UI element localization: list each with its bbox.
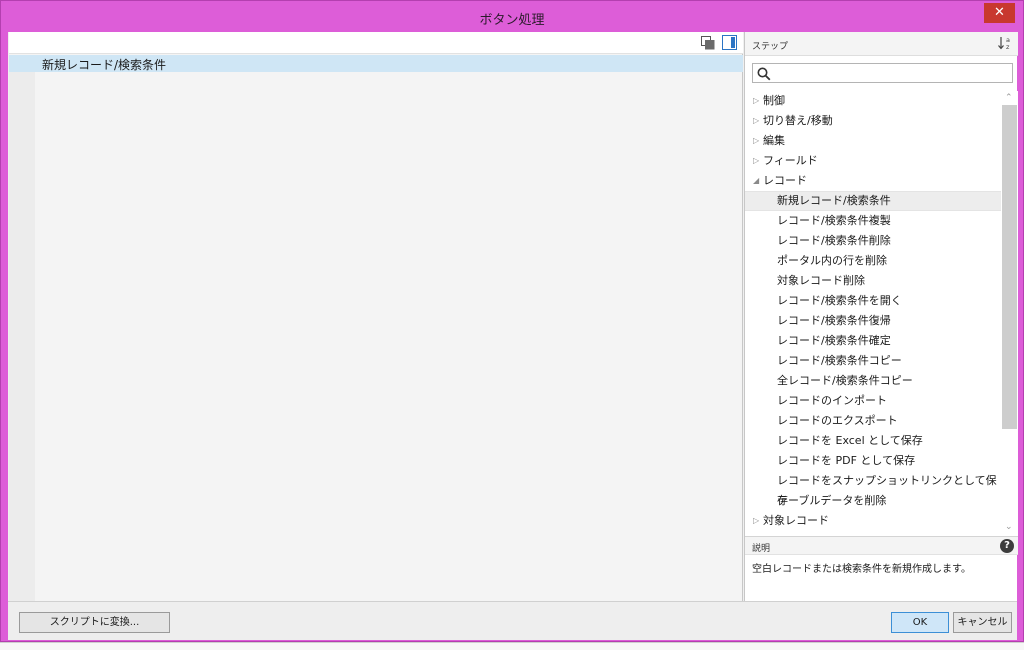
description-header-label: 説明 xyxy=(752,544,771,554)
copy-icon[interactable] xyxy=(701,36,715,50)
category-fields[interactable]: ▷ フィールド xyxy=(745,151,1001,171)
expand-triangle-icon: ▷ xyxy=(753,96,760,105)
step-item[interactable]: レコード/検索条件削除 xyxy=(745,231,1001,251)
step-item[interactable]: レコードを PDF として保存 xyxy=(745,451,1001,471)
step-item[interactable]: レコード/検索条件復帰 xyxy=(745,311,1001,331)
category-found-records[interactable]: ▷ 対象レコード xyxy=(745,511,1001,531)
dialog-window: ボタン処理 ✕ 新規レコード/検索条件 ステップ a z ▷ 制御 ▷ 切り替え… xyxy=(0,0,1024,642)
expand-triangle-icon: ▷ xyxy=(753,516,760,525)
ok-button[interactable]: OK xyxy=(891,612,949,633)
step-item-selected[interactable]: 新規レコード/検索条件 xyxy=(745,191,1001,211)
expand-triangle-icon: ▷ xyxy=(753,136,760,145)
steps-header-label: ステップ xyxy=(752,42,789,52)
close-button[interactable]: ✕ xyxy=(984,3,1015,23)
steps-list: ▷ 制御 ▷ 切り替え/移動 ▷ 編集 ▷ フィールド ◢ レコード 新規レコー… xyxy=(745,91,1001,536)
category-label: 制御 xyxy=(763,94,785,107)
search-icon xyxy=(757,67,771,81)
category-label: 対象レコード xyxy=(763,514,829,527)
step-item[interactable]: レコードをスナップショットリンクとして保存 xyxy=(745,471,1001,507)
cancel-button[interactable]: キャンセル xyxy=(953,612,1012,633)
step-item[interactable]: レコードのインポート xyxy=(745,391,1001,411)
window-title: ボタン処理 xyxy=(479,13,545,28)
dialog-footer: スクリプトに変換... OK キャンセル xyxy=(8,601,1017,640)
collapse-triangle-icon: ◢ xyxy=(753,176,760,185)
svg-text:z: z xyxy=(1006,43,1010,50)
steps-header: ステップ a z xyxy=(745,32,1018,56)
scroll-up-icon[interactable]: ⌃ xyxy=(1005,93,1013,103)
description-text: 空白レコードまたは検索条件を新規作成します。 xyxy=(752,564,971,575)
convert-to-script-button[interactable]: スクリプトに変換... xyxy=(19,612,170,633)
category-control[interactable]: ▷ 制御 xyxy=(745,91,1001,111)
category-label: 切り替え/移動 xyxy=(763,114,833,127)
description-header: 説明 ? xyxy=(745,536,1018,555)
category-label: 編集 xyxy=(763,134,785,147)
background-strip xyxy=(0,642,1024,650)
step-item[interactable]: 全レコード/検索条件コピー xyxy=(745,371,1001,391)
sort-az-icon[interactable]: a z xyxy=(998,36,1014,51)
step-search-input[interactable] xyxy=(752,63,1013,83)
title-bar[interactable]: ボタン処理 ✕ xyxy=(1,1,1023,33)
script-step-label: 新規レコード/検索条件 xyxy=(42,58,167,72)
toggle-panel-icon[interactable] xyxy=(722,35,737,50)
expand-triangle-icon: ▷ xyxy=(753,156,760,165)
category-label: レコード xyxy=(763,174,807,187)
step-item[interactable]: レコード/検索条件確定 xyxy=(745,331,1001,351)
step-item[interactable]: レコード/検索条件コピー xyxy=(745,351,1001,371)
step-item[interactable]: レコードのエクスポート xyxy=(745,411,1001,431)
scroll-thumb[interactable] xyxy=(1002,105,1017,429)
script-editor[interactable]: 新規レコード/検索条件 xyxy=(9,32,743,601)
step-item[interactable]: ポータル内の行を削除 xyxy=(745,251,1001,271)
editor-toolbar xyxy=(9,32,743,54)
category-editing[interactable]: ▷ 編集 xyxy=(745,131,1001,151)
dialog-body: 新規レコード/検索条件 ステップ a z ▷ 制御 ▷ 切り替え/移動 ▷ 編集… xyxy=(8,32,1018,640)
category-navigation[interactable]: ▷ 切り替え/移動 xyxy=(745,111,1001,131)
category-label: フィールド xyxy=(763,154,818,167)
script-step-line[interactable]: 新規レコード/検索条件 xyxy=(9,55,743,72)
step-item[interactable]: テーブルデータを削除 xyxy=(745,491,1001,511)
step-item[interactable]: レコード/検索条件を開く xyxy=(745,291,1001,311)
category-records[interactable]: ◢ レコード xyxy=(745,171,1001,191)
scroll-down-icon[interactable]: ⌄ xyxy=(1005,522,1013,532)
step-item[interactable]: レコード/検索条件複製 xyxy=(745,211,1001,231)
steps-scrollbar[interactable]: ⌃ ⌄ xyxy=(1001,91,1018,536)
expand-triangle-icon: ▷ xyxy=(753,116,760,125)
help-icon[interactable]: ? xyxy=(1000,539,1014,553)
step-item[interactable]: 対象レコード削除 xyxy=(745,271,1001,291)
line-gutter xyxy=(9,55,35,601)
steps-panel: ステップ a z ▷ 制御 ▷ 切り替え/移動 ▷ 編集 ▷ フィールド ◢ レ… xyxy=(744,32,1018,601)
step-item[interactable]: レコードを Excel として保存 xyxy=(745,431,1001,451)
